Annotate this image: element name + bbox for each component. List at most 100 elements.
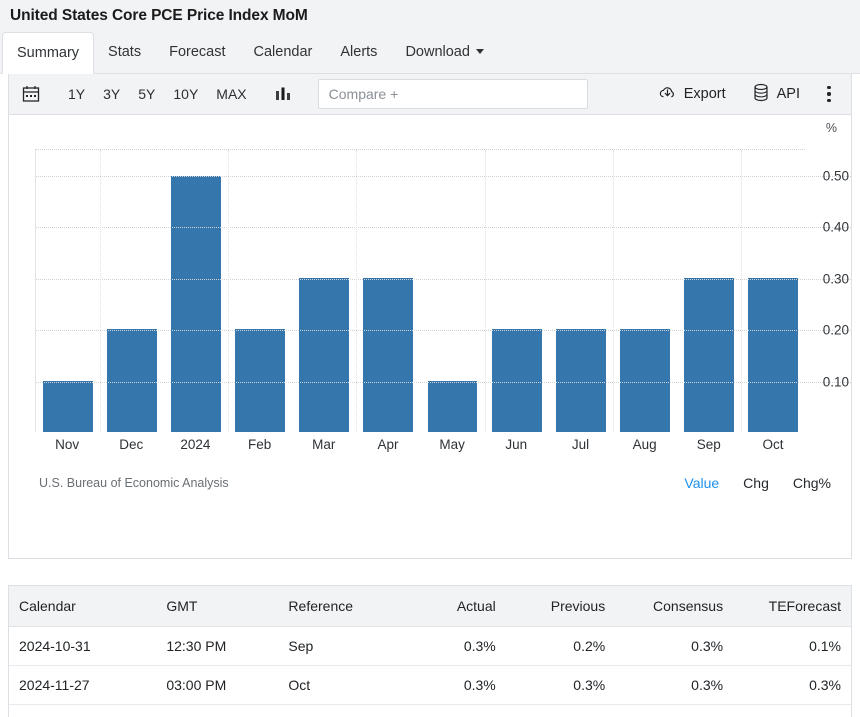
x-axis-tick-label: 2024 (180, 437, 211, 452)
chart-footer: U.S. Bureau of Economic Analysis Value Ch… (39, 475, 831, 491)
bar[interactable] (299, 278, 350, 432)
cell-reference: Oct (278, 665, 397, 705)
x-axis-tick-label: Apr (377, 437, 399, 452)
series-toggle-value[interactable]: Value (684, 475, 719, 491)
tab-download[interactable]: Download (391, 32, 498, 73)
chart-card: 1Y3Y5Y10YMAX Export (8, 74, 852, 559)
cell-previous: 0.3% (505, 665, 616, 705)
cell-previous: 0.2% (505, 626, 616, 666)
bar-slot[interactable] (549, 150, 613, 432)
column-header-teforecast[interactable]: TEForecast (733, 586, 851, 627)
calendar-table: Calendar GMT Reference Actual Previous Consen… (9, 586, 851, 717)
cell-reference: Sep (278, 626, 397, 666)
column-header-gmt[interactable]: GMT (156, 586, 279, 627)
compare-input[interactable] (328, 86, 577, 102)
tab-stats[interactable]: Stats (94, 32, 155, 73)
bar-slot[interactable] (420, 150, 484, 432)
tab-forecast[interactable]: Forecast (155, 32, 239, 73)
bar-chart-icon[interactable] (270, 81, 296, 107)
cell-consensus (615, 704, 734, 717)
main-tab-strip: Summary Stats Forecast Calendar Alerts Downlo… (0, 32, 860, 74)
column-header-reference[interactable]: Reference (278, 586, 397, 627)
range-selector-group: 1Y 3Y 5Y 10Y MAX (59, 83, 256, 105)
toolbar-right-actions: Export API (641, 79, 841, 110)
table-header: Calendar GMT Reference Actual Previous Consen… (9, 586, 851, 627)
series-toggle-chg[interactable]: Chg (743, 475, 769, 491)
cell-calendar: 2024-12-20 (9, 704, 157, 717)
bar-slot[interactable] (36, 150, 100, 432)
y-axis-tick-label: 0.20 (822, 322, 849, 338)
vertical-gridline (740, 150, 742, 432)
calendar-icon[interactable] (17, 80, 45, 108)
series-toggle-chgpct[interactable]: Chg% (793, 475, 831, 491)
bar-slot[interactable] (613, 150, 677, 432)
bar[interactable] (683, 278, 734, 432)
export-button[interactable]: Export (649, 79, 735, 110)
bar-slot[interactable] (356, 150, 420, 432)
bar-slot[interactable] (228, 150, 292, 432)
table-row[interactable]: 2024-11-27 03:00 PM Oct 0.3% 0.3% 0.3% 0.3% (9, 665, 851, 705)
tab-label: Forecast (169, 44, 226, 60)
tab-calendar[interactable]: Calendar (240, 32, 327, 73)
bar[interactable] (171, 175, 222, 432)
bar[interactable] (43, 380, 94, 432)
cell-consensus: 0.3% (615, 665, 734, 705)
x-axis-tick-label: Nov (55, 437, 80, 452)
tab-label: Calendar (253, 44, 313, 60)
column-header-previous[interactable]: Previous (505, 586, 616, 627)
tab-alerts[interactable]: Alerts (326, 32, 391, 73)
range-button-3y[interactable]: 3Y (94, 83, 129, 105)
y-axis-tick-label: 0.30 (822, 271, 849, 287)
vertical-gridline (100, 150, 102, 432)
cell-calendar: 2024-10-31 (9, 626, 157, 666)
range-button-5y[interactable]: 5Y (129, 83, 164, 105)
range-button-10y[interactable]: 10Y (164, 83, 207, 105)
plot-canvas: 0.10 0.20 0.30 0.40 0.50 (35, 149, 851, 432)
bar-slot[interactable] (677, 150, 741, 432)
column-header-calendar[interactable]: Calendar (9, 586, 157, 627)
cell-previous: 0.3% (505, 704, 616, 717)
range-button-max[interactable]: MAX (207, 83, 255, 105)
cell-teforecast: 0.1% (733, 626, 851, 666)
cell-consensus: 0.3% (615, 626, 734, 666)
database-icon (752, 83, 770, 106)
window-title-bar: United States Core PCE Price Index MoM (0, 0, 860, 32)
series-toggle-group: Value Chg Chg% (684, 475, 831, 491)
bar-slot[interactable] (485, 150, 549, 432)
x-axis-labels: Nov Dec 2024 Feb Mar Apr May Jun Jul Aug Sep Oct (35, 437, 805, 452)
bar-slot[interactable] (292, 150, 356, 432)
bar[interactable] (747, 278, 798, 432)
y-axis-unit-label: % (825, 121, 837, 135)
table-body: 2024-10-31 12:30 PM Sep 0.3% 0.2% 0.3% 0.1% 202… (9, 626, 851, 717)
bar[interactable] (427, 380, 478, 432)
vertical-gridline (484, 150, 486, 432)
column-header-actual[interactable]: Actual (396, 586, 506, 627)
bar[interactable] (363, 278, 414, 432)
tab-label: Stats (108, 44, 142, 60)
cell-actual: 0.3% (396, 665, 506, 705)
kebab-menu-icon[interactable] (817, 81, 841, 107)
table-row[interactable]: 2024-12-2001:30 PMNov 0.3% (9, 704, 851, 717)
gridline (36, 227, 851, 229)
x-axis-tick-label: Jul (571, 437, 590, 452)
chart-plot-area: % 0.10 0.20 0.30 0.40 0.50 Nov Dec 2024 Feb Mar A… (9, 115, 851, 521)
chart-toolbar: 1Y3Y5Y10YMAX Export (9, 74, 851, 115)
api-button[interactable]: API (743, 79, 809, 110)
bar-slot[interactable] (741, 150, 805, 432)
bar-slot[interactable] (100, 150, 164, 432)
cell-reference: Nov (278, 704, 397, 717)
chart-source: U.S. Bureau of Economic Analysis (39, 476, 229, 490)
tab-summary[interactable]: Summary (2, 32, 95, 74)
cell-gmt: 03:00 PM (156, 665, 279, 705)
cell-gmt: 12:30 PM (156, 626, 279, 666)
cloud-download-icon (658, 83, 677, 106)
table-row[interactable]: 2024-10-31 12:30 PM Sep 0.3% 0.2% 0.3% 0.1% (9, 626, 851, 666)
range-button-1y[interactable]: 1Y (59, 83, 94, 105)
compare-field[interactable] (317, 79, 588, 109)
bar-slot[interactable] (164, 150, 228, 432)
vertical-gridline (612, 150, 614, 432)
x-axis-tick-label: May (439, 437, 465, 452)
column-header-consensus[interactable]: Consensus (615, 586, 734, 627)
y-axis-tick-label: 0.10 (822, 374, 849, 390)
gridline (36, 381, 851, 383)
